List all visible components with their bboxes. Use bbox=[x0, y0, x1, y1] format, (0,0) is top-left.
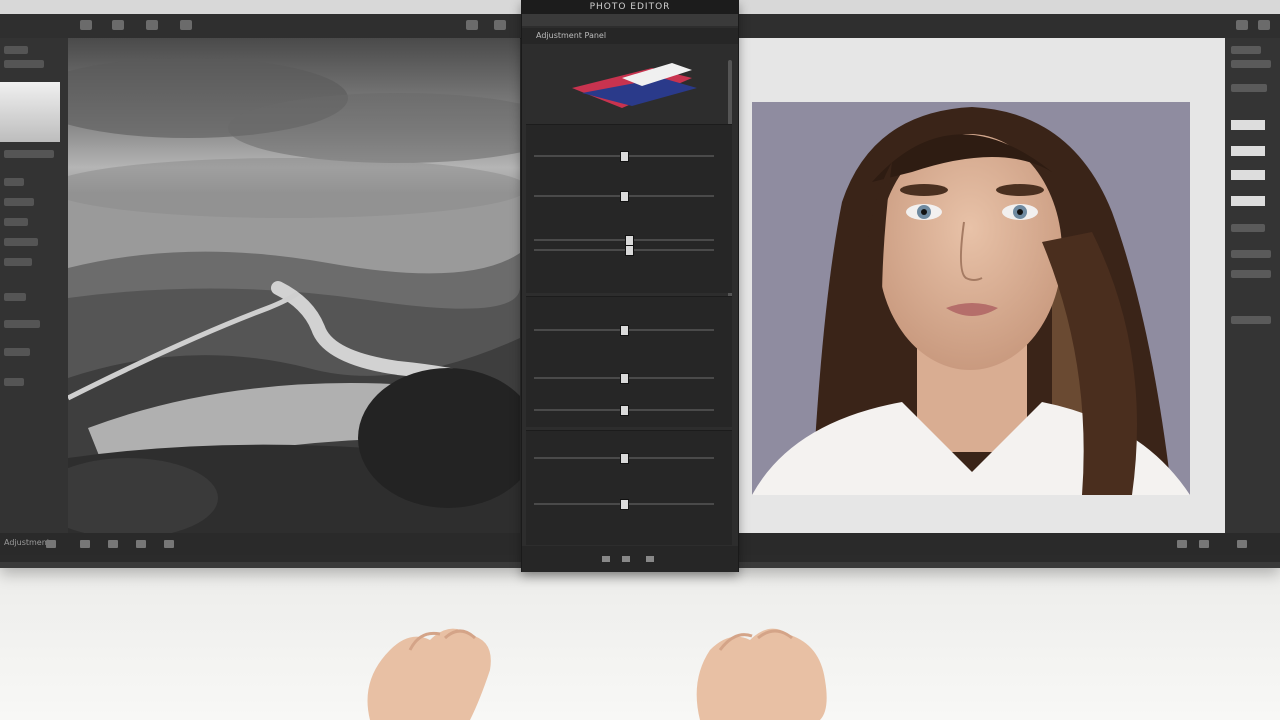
menu-icon[interactable] bbox=[466, 20, 478, 30]
adjustment-slider[interactable] bbox=[534, 498, 714, 510]
panel-item[interactable] bbox=[4, 258, 32, 266]
panel-section bbox=[526, 430, 732, 545]
adjustment-slider[interactable] bbox=[534, 244, 714, 256]
panel-item[interactable] bbox=[1231, 46, 1261, 54]
right-hand bbox=[696, 628, 827, 720]
panel-item[interactable] bbox=[4, 238, 38, 246]
right-tool-panel bbox=[1225, 38, 1280, 533]
adjustment-slider[interactable] bbox=[534, 150, 714, 162]
slider-knob[interactable] bbox=[620, 405, 629, 416]
panel-thumbnail[interactable] bbox=[0, 82, 60, 142]
adjustment-panel: PHOTO EDITOR Adjustment Panel bbox=[521, 0, 739, 572]
panel-item[interactable] bbox=[1231, 224, 1265, 232]
desk-surface bbox=[0, 560, 1280, 720]
adjustment-slider[interactable] bbox=[534, 372, 714, 384]
status-icon[interactable] bbox=[80, 540, 90, 548]
status-icon[interactable] bbox=[136, 540, 146, 548]
status-icon[interactable] bbox=[164, 540, 174, 548]
panel-item[interactable] bbox=[4, 218, 28, 226]
adjustment-slider[interactable] bbox=[534, 452, 714, 464]
slider-knob[interactable] bbox=[620, 151, 629, 162]
status-icon[interactable] bbox=[1177, 540, 1187, 548]
left-hand bbox=[367, 628, 491, 720]
panel-item[interactable] bbox=[1231, 84, 1267, 92]
right-status-bar bbox=[737, 533, 1280, 555]
panel-thumbnail[interactable] bbox=[1231, 170, 1265, 180]
panel-item[interactable] bbox=[4, 178, 24, 186]
status-icon[interactable] bbox=[46, 540, 56, 548]
adjustment-slider[interactable] bbox=[534, 324, 714, 336]
slider-knob[interactable] bbox=[620, 325, 629, 336]
menu-icon[interactable] bbox=[1258, 20, 1270, 30]
panel-item[interactable] bbox=[4, 293, 26, 301]
panel-item[interactable] bbox=[1231, 270, 1271, 278]
slider-knob[interactable] bbox=[620, 499, 629, 510]
panel-thumbnail[interactable] bbox=[1231, 196, 1265, 206]
footer-icon[interactable] bbox=[602, 556, 610, 562]
color-swatch[interactable] bbox=[562, 58, 702, 118]
adjustment-slider[interactable] bbox=[534, 190, 714, 202]
panel-thumbnail[interactable] bbox=[1231, 146, 1265, 156]
panel-title: PHOTO EDITOR bbox=[522, 0, 738, 14]
menu-icon[interactable] bbox=[80, 20, 92, 30]
menu-icon[interactable] bbox=[494, 20, 506, 30]
status-icon[interactable] bbox=[1199, 540, 1209, 548]
panel-item[interactable] bbox=[4, 320, 40, 328]
panel-header: Adjustment Panel bbox=[522, 28, 738, 44]
footer-icon[interactable] bbox=[622, 556, 630, 562]
slider-track[interactable] bbox=[534, 249, 714, 251]
panel-item[interactable] bbox=[4, 150, 54, 158]
menu-icon[interactable] bbox=[146, 20, 158, 30]
landscape-photo[interactable] bbox=[68, 38, 520, 533]
panel-item[interactable] bbox=[4, 198, 34, 206]
panel-item[interactable] bbox=[4, 378, 24, 386]
panel-thumbnail[interactable] bbox=[1231, 120, 1265, 130]
left-tool-panel bbox=[0, 38, 69, 533]
status-label: Adjustment bbox=[4, 538, 50, 547]
adjustment-slider[interactable] bbox=[534, 404, 714, 416]
panel-footer bbox=[522, 546, 738, 572]
panel-item[interactable] bbox=[4, 348, 30, 356]
panel-tabs[interactable] bbox=[522, 14, 738, 26]
panel-item[interactable] bbox=[4, 46, 28, 54]
slider-knob[interactable] bbox=[620, 191, 629, 202]
menu-icon[interactable] bbox=[112, 20, 124, 30]
status-icon[interactable] bbox=[1237, 540, 1247, 548]
landscape-image bbox=[68, 38, 520, 533]
panel-header-label: Adjustment Panel bbox=[536, 31, 607, 40]
menu-icon[interactable] bbox=[180, 20, 192, 30]
panel-item[interactable] bbox=[4, 60, 44, 68]
panel-item[interactable] bbox=[1231, 60, 1271, 68]
portrait-image bbox=[752, 102, 1190, 495]
status-icon[interactable] bbox=[108, 540, 118, 548]
slider-knob[interactable] bbox=[620, 373, 629, 384]
footer-icon[interactable] bbox=[646, 556, 654, 562]
menu-icon[interactable] bbox=[1236, 20, 1248, 30]
slider-track[interactable] bbox=[534, 239, 714, 241]
portrait-photo[interactable] bbox=[752, 102, 1190, 495]
left-status-bar: Adjustment bbox=[0, 533, 520, 555]
slider-knob[interactable] bbox=[625, 245, 634, 256]
panel-item[interactable] bbox=[1231, 250, 1271, 258]
panel-item[interactable] bbox=[1231, 316, 1271, 324]
slider-knob[interactable] bbox=[620, 453, 629, 464]
